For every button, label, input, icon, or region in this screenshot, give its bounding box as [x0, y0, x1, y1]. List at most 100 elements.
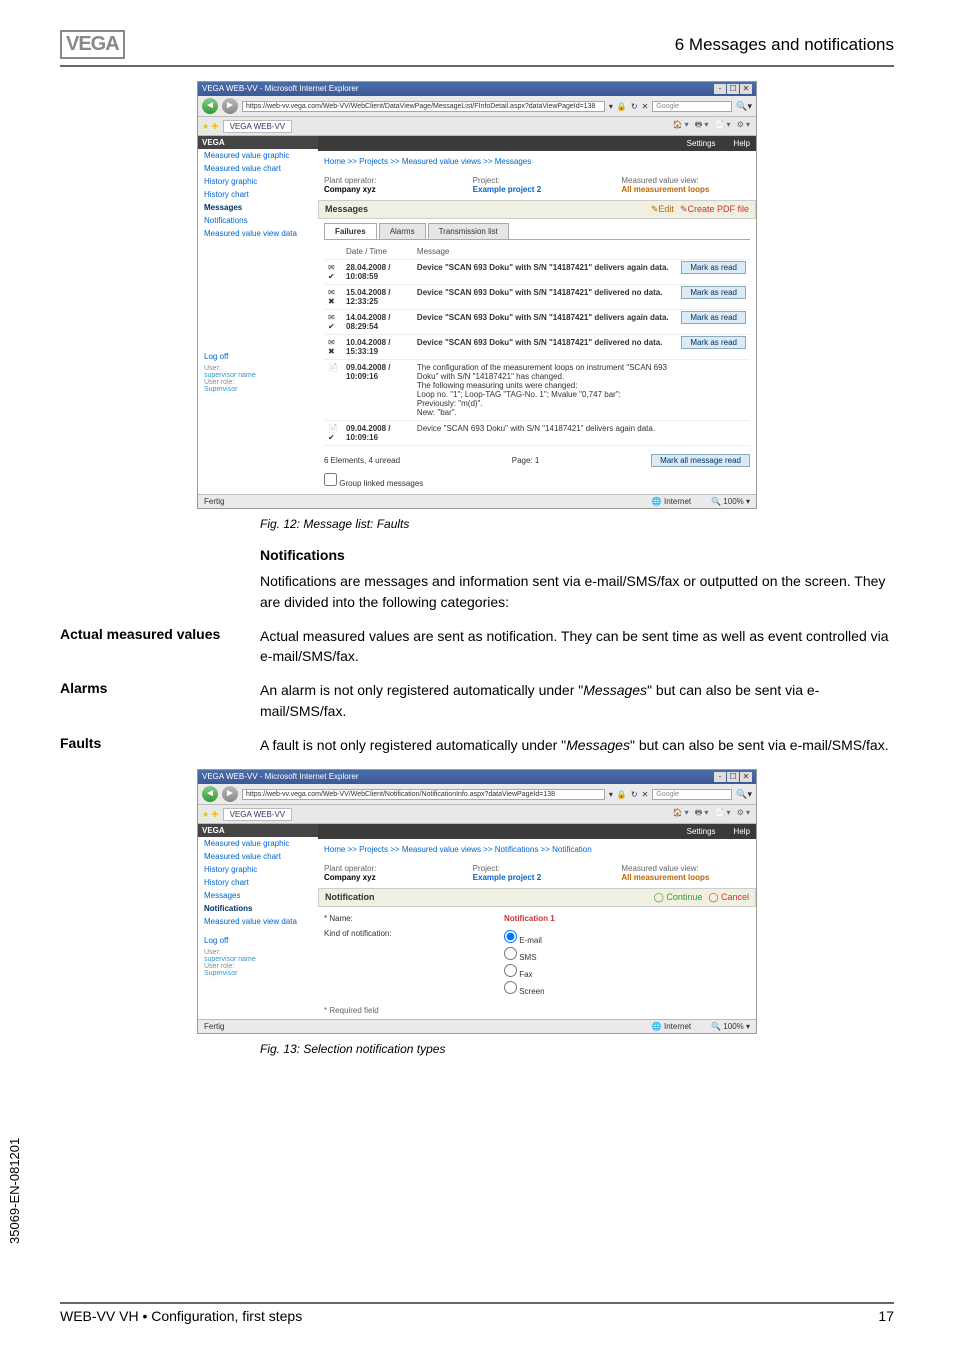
- window-controls[interactable]: -☐✕: [713, 772, 752, 782]
- settings-link[interactable]: Settings: [687, 139, 716, 148]
- sidebar-item[interactable]: Measured value chart: [198, 850, 318, 863]
- chapter-title: 6 Messages and notifications: [675, 35, 894, 55]
- message-icon: ✉ ✔: [324, 310, 342, 335]
- message-text: Device "SCAN 693 Doku" with S/N "1418742…: [413, 285, 677, 310]
- stop-icon[interactable]: ✕: [642, 102, 649, 111]
- help-link[interactable]: Help: [734, 139, 750, 148]
- user-info: User:supervisor name User role:Superviso…: [198, 363, 318, 395]
- toolbar-right-icons[interactable]: 🏠▾ 🖶▾ 📄▾ ⚙▾: [673, 807, 752, 821]
- subtab[interactable]: Transmission list: [428, 223, 509, 239]
- edit-button[interactable]: ✎Edit: [651, 204, 674, 214]
- mark-as-read-button[interactable]: Mark as read: [681, 286, 746, 299]
- back-button[interactable]: ◄: [202, 98, 218, 114]
- logoff-link[interactable]: Log off: [198, 934, 318, 947]
- search-box[interactable]: Google: [652, 789, 732, 800]
- status-zone: 🌐 Internet: [652, 497, 691, 506]
- subtab[interactable]: Failures: [324, 223, 377, 239]
- window-title: VEGA WEB-VV - Microsoft Internet Explore…: [202, 84, 359, 94]
- faults-label: Faults: [60, 735, 260, 755]
- mark-all-read-button[interactable]: Mark all message read: [651, 454, 750, 467]
- message-datetime: 15.04.2008 / 12:33:25: [342, 285, 413, 310]
- notification-kind-option[interactable]: Fax: [504, 963, 545, 980]
- logoff-link[interactable]: Log off: [198, 350, 318, 363]
- message-text: Device "SCAN 693 Doku" with S/N "1418742…: [413, 421, 677, 446]
- sidebar-item[interactable]: Notifications: [198, 902, 318, 915]
- sidebar-item[interactable]: Measured value graphic: [198, 837, 318, 850]
- search-icon[interactable]: 🔍▾: [736, 789, 752, 800]
- message-row: ✉ ✖ 15.04.2008 / 12:33:25 Device "SCAN 6…: [324, 285, 750, 310]
- mark-as-read-button[interactable]: Mark as read: [681, 336, 746, 349]
- sidebar-item[interactable]: History graphic: [198, 863, 318, 876]
- message-text: Device "SCAN 693 Doku" with S/N "1418742…: [413, 335, 677, 360]
- mark-as-read-button[interactable]: Mark as read: [681, 261, 746, 274]
- add-favorite-icon[interactable]: ✚: [211, 122, 218, 131]
- forward-button[interactable]: ►: [222, 786, 238, 802]
- message-icon: ✉ ✔: [324, 260, 342, 285]
- screenshot-fig13: VEGA WEB-VV - Microsoft Internet Explore…: [197, 769, 757, 1034]
- faults-text: A fault is not only registered automatic…: [260, 735, 894, 755]
- window-controls[interactable]: -☐✕: [713, 84, 752, 94]
- sidebar-item[interactable]: History graphic: [198, 175, 318, 188]
- message-datetime: 09.04.2008 / 10:09:16: [342, 421, 413, 446]
- lock-icon: 🔒: [617, 102, 627, 111]
- group-linked-checkbox[interactable]: Group linked messages: [324, 479, 423, 488]
- back-button[interactable]: ◄: [202, 786, 218, 802]
- alarms-label: Alarms: [60, 680, 260, 721]
- section-title: Notification: [325, 892, 375, 903]
- forward-button[interactable]: ►: [222, 98, 238, 114]
- context-info: Plant operator:Company xyz Project:Examp…: [318, 176, 756, 200]
- sidebar-item[interactable]: Notifications: [198, 214, 318, 227]
- add-favorite-icon[interactable]: ✚: [211, 810, 218, 819]
- go-button[interactable]: ▾: [609, 102, 613, 111]
- name-label: * Name:: [324, 914, 504, 923]
- message-datetime: 09.04.2008 / 10:09:16: [342, 360, 413, 421]
- search-box[interactable]: Google: [652, 101, 732, 112]
- notification-kind-option[interactable]: Screen: [504, 980, 545, 997]
- alarms-text: An alarm is not only registered automati…: [260, 680, 894, 721]
- sidebar-item[interactable]: History chart: [198, 188, 318, 201]
- go-button[interactable]: ▾: [609, 790, 613, 799]
- breadcrumb[interactable]: Home >> Projects >> Measured value views…: [318, 151, 756, 176]
- subtab[interactable]: Alarms: [379, 223, 426, 239]
- notification-form: * Name:Notification 1 Kind of notificati…: [324, 911, 750, 1015]
- notifications-heading: Notifications: [260, 545, 894, 565]
- sidebar-item[interactable]: Measured value view data: [198, 227, 318, 240]
- amv-text: Actual measured values are sent as notif…: [260, 626, 894, 667]
- breadcrumb[interactable]: Home >> Projects >> Measured value views…: [318, 839, 756, 864]
- sidebar-item[interactable]: Measured value graphic: [198, 149, 318, 162]
- sidebar-item[interactable]: Measured value view data: [198, 915, 318, 928]
- message-icon: ✉ ✖: [324, 335, 342, 360]
- refresh-icon[interactable]: ↻: [631, 102, 638, 111]
- sidebar-item[interactable]: Messages: [198, 889, 318, 902]
- favorites-icon[interactable]: ★: [202, 810, 209, 819]
- status-zoom[interactable]: 🔍 100% ▾: [711, 497, 750, 506]
- sidebar-item[interactable]: Messages: [198, 201, 318, 214]
- stop-icon[interactable]: ✕: [642, 790, 649, 799]
- screenshot-fig12: VEGA WEB-VV - Microsoft Internet Explore…: [197, 81, 757, 509]
- status-zoom[interactable]: 🔍 100% ▾: [711, 1022, 750, 1031]
- search-icon[interactable]: 🔍▾: [736, 101, 752, 112]
- cancel-button[interactable]: ◯ Cancel: [708, 892, 749, 902]
- continue-button[interactable]: ◯ Continue: [654, 892, 703, 902]
- help-link[interactable]: Help: [734, 827, 750, 836]
- browser-tab[interactable]: VEGA WEB-VV: [223, 120, 293, 133]
- address-bar[interactable]: https://web-vv.vega.com/Web-VV/WebClient…: [242, 789, 605, 800]
- message-row: 📄 09.04.2008 / 10:09:16 The configuratio…: [324, 360, 750, 421]
- refresh-icon[interactable]: ↻: [631, 790, 638, 799]
- message-row: ✉ ✔ 28.04.2008 / 10:08:59 Device "SCAN 6…: [324, 260, 750, 285]
- notification-kind-option[interactable]: SMS: [504, 946, 545, 963]
- create-pdf-button[interactable]: ✎Create PDF file: [680, 204, 749, 214]
- mark-as-read-button[interactable]: Mark as read: [681, 311, 746, 324]
- sidebar-item[interactable]: History chart: [198, 876, 318, 889]
- message-datetime: 10.04.2008 / 15:33:19: [342, 335, 413, 360]
- status-done: Fertig: [204, 1022, 224, 1031]
- address-bar[interactable]: https://web-vv.vega.com/Web-VV/WebClient…: [242, 101, 605, 112]
- toolbar-right-icons[interactable]: 🏠▾ 🖶▾ 📄▾ ⚙▾: [673, 119, 752, 133]
- notification-name-value[interactable]: Notification 1: [504, 914, 555, 923]
- lock-icon: 🔒: [617, 790, 627, 799]
- settings-link[interactable]: Settings: [687, 827, 716, 836]
- notification-kind-option[interactable]: E-mail: [504, 929, 545, 946]
- favorites-icon[interactable]: ★: [202, 122, 209, 131]
- sidebar-item[interactable]: Measured value chart: [198, 162, 318, 175]
- browser-tab[interactable]: VEGA WEB-VV: [223, 808, 293, 821]
